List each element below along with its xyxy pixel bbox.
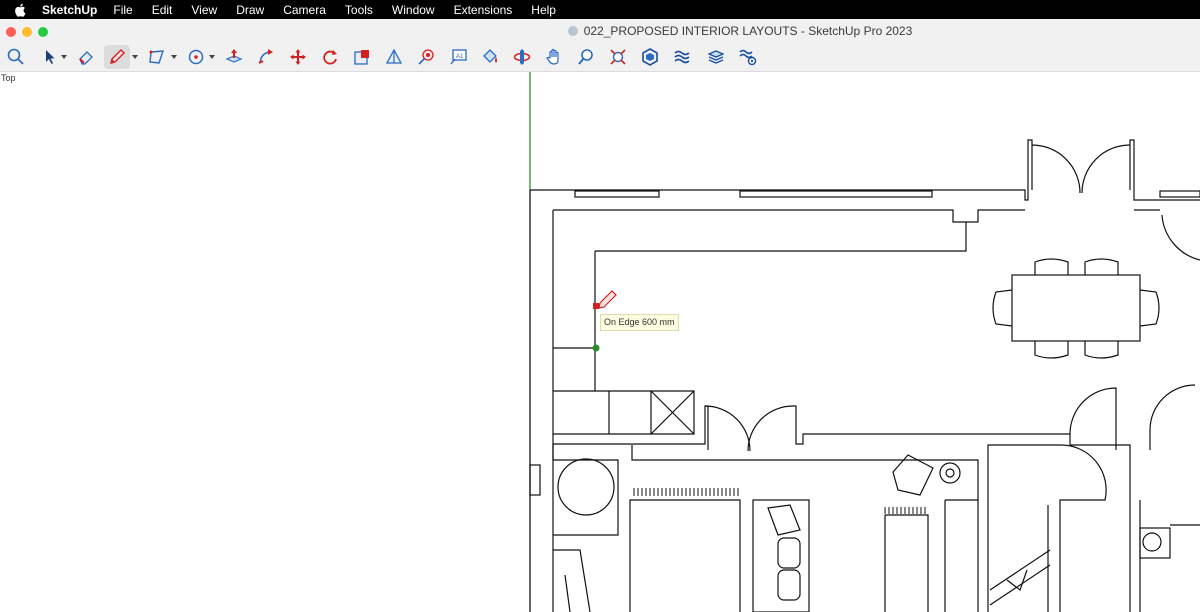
search-icon bbox=[7, 48, 24, 65]
scenes-settings-tool-button[interactable] bbox=[735, 45, 761, 69]
arrow-cursor-icon bbox=[46, 50, 55, 64]
pencil-tool-button[interactable] bbox=[104, 45, 130, 69]
paint-bucket-icon bbox=[483, 49, 497, 63]
move-tool-button[interactable] bbox=[285, 45, 311, 69]
rug-fringes bbox=[633, 488, 926, 514]
rotate-icon bbox=[323, 50, 337, 65]
components-tool-button[interactable] bbox=[637, 45, 663, 69]
polygon-icon bbox=[149, 50, 164, 64]
window-titlebar: 022_PROPOSED INTERIOR LAYOUTS - SketchUp… bbox=[0, 19, 1200, 43]
window-title: 022_PROPOSED INTERIOR LAYOUTS - SketchUp… bbox=[583, 24, 913, 38]
stacked-layers-icon bbox=[707, 50, 725, 64]
tags-tool-button[interactable] bbox=[669, 45, 695, 69]
window-title-container: 022_PROPOSED INTERIOR LAYOUTS - SketchUp… bbox=[0, 24, 1200, 38]
layers-gear-icon bbox=[739, 49, 757, 66]
polygon-tool-button[interactable] bbox=[144, 45, 170, 69]
floor-plan-walls bbox=[529, 139, 1200, 612]
text-label-icon: A1 bbox=[450, 49, 467, 65]
hand-icon bbox=[546, 48, 559, 65]
point-marker-icon bbox=[418, 49, 434, 65]
menu-help[interactable]: Help bbox=[531, 3, 556, 17]
midpoint-inference-marker bbox=[592, 344, 600, 352]
paint-bucket-tool-button[interactable] bbox=[477, 45, 503, 69]
menu-draw[interactable]: Draw bbox=[236, 3, 264, 17]
menu-file[interactable]: File bbox=[113, 3, 132, 17]
layers-wave-icon bbox=[674, 50, 690, 64]
toolbar: A1 bbox=[0, 43, 1200, 72]
polygon-dropdown-caret-icon[interactable] bbox=[170, 53, 178, 61]
view-label: Top bbox=[1, 73, 16, 83]
zoom-extents-icon bbox=[610, 49, 626, 65]
menu-extensions[interactable]: Extensions bbox=[454, 3, 513, 17]
zoom-extents-tool-button[interactable] bbox=[605, 45, 631, 69]
section-plane-icon bbox=[385, 48, 403, 64]
floor-plan-drawing bbox=[529, 72, 1200, 612]
move-icon bbox=[290, 49, 306, 65]
menu-edit[interactable]: Edit bbox=[152, 3, 173, 17]
inference-tooltip: On Edge 600 mm bbox=[600, 314, 679, 331]
pencil-icon bbox=[110, 49, 125, 64]
menu-tools[interactable]: Tools bbox=[345, 3, 373, 17]
menu-view[interactable]: View bbox=[191, 3, 217, 17]
menu-app[interactable]: SketchUp bbox=[42, 3, 97, 17]
section-plane-tool-button[interactable] bbox=[381, 45, 407, 69]
push-pull-tool-button[interactable] bbox=[221, 45, 247, 69]
svg-text:A1: A1 bbox=[456, 54, 464, 60]
push-pull-icon bbox=[225, 49, 243, 63]
magnifier-icon bbox=[578, 49, 593, 65]
menu-camera[interactable]: Camera bbox=[283, 3, 326, 17]
text-tool-button[interactable]: A1 bbox=[445, 45, 471, 69]
scale-tool-button[interactable] bbox=[349, 45, 375, 69]
follow-me-icon bbox=[258, 49, 273, 64]
eraser-tool-button[interactable] bbox=[73, 45, 99, 69]
scale-icon bbox=[354, 50, 369, 65]
rotate-tool-button[interactable] bbox=[317, 45, 343, 69]
pan-tool-button[interactable] bbox=[541, 45, 567, 69]
circle-icon bbox=[188, 49, 204, 65]
orbit-icon bbox=[513, 49, 531, 65]
outliner-tool-button[interactable] bbox=[703, 45, 729, 69]
pencil-dropdown-caret-icon[interactable] bbox=[131, 53, 139, 61]
menu-bar: SketchUp File Edit View Draw Camera Tool… bbox=[0, 0, 1200, 19]
circle-dropdown-caret-icon[interactable] bbox=[208, 53, 216, 61]
circle-tool-button[interactable] bbox=[183, 45, 209, 69]
search-tool-button[interactable] bbox=[3, 45, 29, 69]
zoom-tool-button[interactable] bbox=[573, 45, 599, 69]
follow-me-tool-button[interactable] bbox=[253, 45, 279, 69]
menu-window[interactable]: Window bbox=[392, 3, 435, 17]
document-icon bbox=[567, 26, 578, 36]
pencil-cursor-icon bbox=[598, 290, 617, 309]
point-marker-tool-button[interactable] bbox=[413, 45, 439, 69]
endpoint-inference-marker bbox=[593, 303, 599, 309]
model-viewport[interactable]: On Edge 600 mm bbox=[0, 72, 1200, 612]
orbit-tool-button[interactable] bbox=[509, 45, 535, 69]
eraser-icon bbox=[79, 51, 93, 65]
components-icon bbox=[642, 48, 658, 66]
apple-icon[interactable] bbox=[14, 3, 28, 17]
select-dropdown-caret-icon[interactable] bbox=[60, 53, 68, 61]
